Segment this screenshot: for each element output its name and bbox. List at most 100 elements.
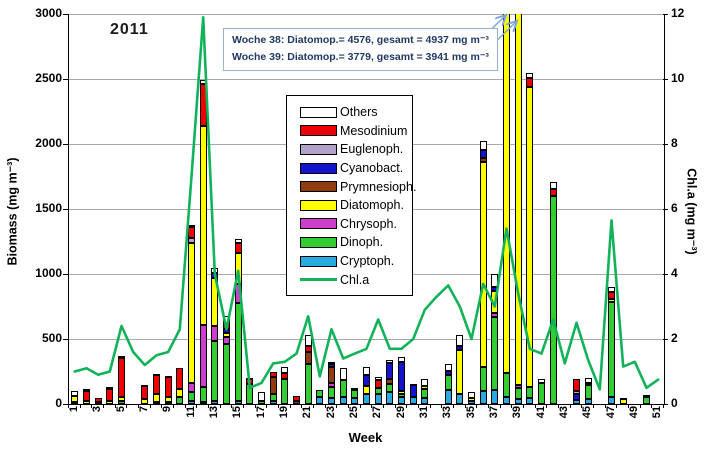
x-tick-label: 49 <box>628 406 640 430</box>
right-tick-mark <box>663 274 668 275</box>
x-tick-label: 33 <box>441 406 453 430</box>
x-tick-mark <box>523 404 524 408</box>
x-tick-mark <box>488 404 489 408</box>
x-tick-label: 1 <box>68 406 80 430</box>
legend-label: Dinoph. <box>340 235 383 249</box>
x-tick-mark <box>570 404 571 408</box>
annotation-line-week38: Woche 38: Diatomop.= 4576, gesamt = 4937… <box>232 32 489 49</box>
annotation-box: Woche 38: Diatomop.= 4576, gesamt = 4937… <box>223 28 498 71</box>
x-tick-mark <box>511 404 512 408</box>
legend-item-mesodinium: Mesodinium <box>300 122 412 141</box>
x-tick-mark <box>336 404 337 408</box>
x-tick-label: 9 <box>161 406 173 430</box>
x-tick-mark <box>208 404 209 408</box>
left-tick-mark <box>63 209 68 210</box>
legend-color-swatch <box>300 218 337 229</box>
legend-color-swatch <box>300 144 337 155</box>
left-tick-mark <box>63 274 68 275</box>
x-tick-mark <box>395 404 396 408</box>
x-tick-label: 13 <box>208 406 220 430</box>
legend-color-swatch <box>300 237 337 248</box>
x-tick-mark <box>476 404 477 408</box>
x-tick-mark <box>593 404 594 408</box>
x-tick-mark <box>348 404 349 408</box>
x-tick-label: 23 <box>325 406 337 430</box>
left-tick-mark <box>63 144 68 145</box>
legend-label: Cyanobact. <box>340 161 403 175</box>
x-tick-label: 5 <box>115 406 127 430</box>
x-tick-mark <box>558 404 559 408</box>
legend-color-swatch <box>300 163 337 174</box>
right-tick-label: 0 <box>671 396 701 410</box>
x-tick-mark <box>418 404 419 408</box>
x-tick-mark <box>628 404 629 408</box>
legend-item-cyanobact: Cyanobact. <box>300 159 412 178</box>
left-tick-label: 0 <box>22 396 62 410</box>
x-tick-label: 37 <box>488 406 500 430</box>
x-tick-label: 29 <box>395 406 407 430</box>
x-tick-mark <box>383 404 384 408</box>
legend-label: Euglenoph. <box>340 142 403 156</box>
x-tick-mark <box>138 404 139 408</box>
x-tick-mark <box>301 404 302 408</box>
legend-label: Diatomoph. <box>340 198 404 212</box>
x-tick-mark <box>616 404 617 408</box>
x-tick-mark <box>278 404 279 408</box>
x-tick-label: 7 <box>138 406 150 430</box>
legend-color-swatch <box>300 125 337 136</box>
legend-item-diatomoph: Diatomoph. <box>300 196 412 215</box>
x-tick-label: 47 <box>605 406 617 430</box>
x-tick-mark <box>150 404 151 408</box>
x-tick-label: 35 <box>465 406 477 430</box>
x-tick-mark <box>430 404 431 408</box>
x-tick-mark <box>161 404 162 408</box>
x-tick-mark <box>185 404 186 408</box>
x-tick-mark <box>243 404 244 408</box>
x-tick-mark <box>266 404 267 408</box>
x-tick-mark <box>453 404 454 408</box>
left-tick-mark <box>63 14 68 15</box>
x-tick-mark <box>231 404 232 408</box>
x-tick-label: 41 <box>535 406 547 430</box>
right-tick-mark <box>663 209 668 210</box>
right-tick-mark <box>663 144 668 145</box>
right-tick-label: 12 <box>671 6 701 20</box>
x-tick-mark <box>255 404 256 408</box>
x-tick-label: 17 <box>255 406 267 430</box>
legend-label: Chrysoph. <box>340 217 397 231</box>
x-tick-label: 43 <box>558 406 570 430</box>
x-tick-mark <box>640 404 641 408</box>
legend-color-swatch <box>300 107 337 118</box>
x-tick-label: 51 <box>651 406 663 430</box>
legend-item-euglenoph: Euglenoph. <box>300 140 412 159</box>
x-tick-label: 31 <box>418 406 430 430</box>
x-tick-mark <box>546 404 547 408</box>
x-tick-mark <box>196 404 197 408</box>
x-tick-mark <box>651 404 652 408</box>
x-tick-mark <box>68 404 69 408</box>
legend-color-swatch <box>300 200 337 211</box>
x-tick-label: 39 <box>511 406 523 430</box>
x-tick-mark <box>371 404 372 408</box>
left-tick-label: 3000 <box>22 6 62 20</box>
legend-item-prymnesioph: Prymnesioph. <box>300 177 412 196</box>
legend-color-swatch <box>300 181 337 192</box>
legend-item-chla: Chl.a <box>300 270 412 289</box>
legend-line-swatch <box>300 278 337 281</box>
x-tick-mark <box>91 404 92 408</box>
legend-label: Prymnesioph. <box>340 180 416 194</box>
annotation-line-week39: Woche 39: Diatomop.= 3779, gesamt = 3941… <box>232 49 489 66</box>
x-tick-mark <box>115 404 116 408</box>
x-tick-mark <box>220 404 221 408</box>
right-tick-mark <box>663 79 668 80</box>
left-axis-title: Biomass (mg m⁻³) <box>5 122 22 302</box>
legend-item-chrysoph: Chrysoph. <box>300 215 412 234</box>
x-tick-label: 21 <box>301 406 313 430</box>
left-tick-label: 1500 <box>22 201 62 215</box>
x-tick-mark <box>663 404 664 408</box>
left-tick-label: 2000 <box>22 136 62 150</box>
legend-color-swatch <box>300 256 337 267</box>
x-tick-label: 25 <box>348 406 360 430</box>
x-tick-mark <box>173 404 174 408</box>
legend-item-dinoph: Dinoph. <box>300 233 412 252</box>
